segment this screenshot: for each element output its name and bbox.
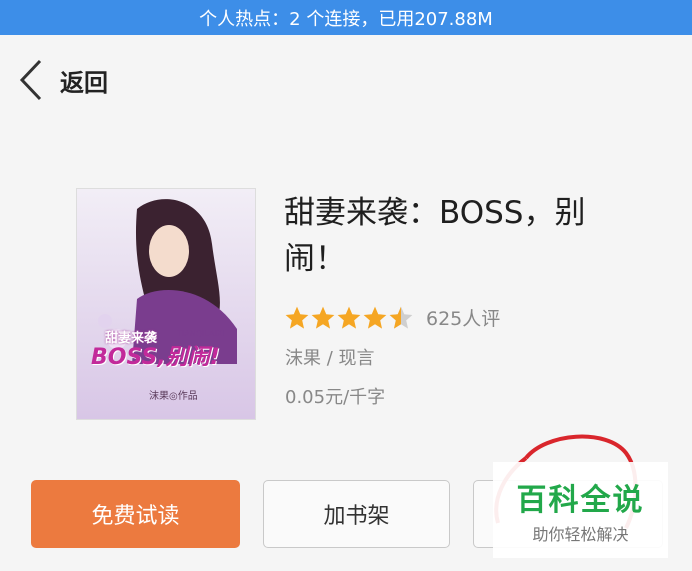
price-per-thousand: 0.05元/千字 bbox=[285, 387, 386, 408]
back-button[interactable]: 返回 bbox=[18, 59, 108, 101]
watermark-logo: 百科全说 助你轻松解决 bbox=[493, 462, 668, 558]
top-navigation: 返回 bbox=[0, 35, 692, 125]
back-label: 返回 bbox=[60, 68, 108, 97]
cover-author-note: 沫果◎作品 bbox=[149, 391, 198, 402]
book-cover[interactable]: 甜妻来袭 TIANQILAIXI BOSS,别闹! 沫果◎作品 bbox=[76, 188, 256, 420]
rating-count: 625人评 bbox=[426, 308, 501, 330]
free-read-button[interactable]: 免费试读 bbox=[31, 480, 240, 548]
cover-title-main: BOSS,别闹! bbox=[91, 345, 220, 370]
star-icon bbox=[363, 306, 387, 329]
hotspot-status-text: 个人热点：2 个连接，已用207.88M bbox=[199, 8, 493, 30]
book-title: 甜妻来袭：BOSS，别闹！ bbox=[284, 195, 586, 277]
add-to-shelf-button[interactable]: 加书架 bbox=[263, 480, 450, 548]
author-category[interactable]: 沫果 / 现言 bbox=[285, 344, 375, 370]
half-star-icon bbox=[389, 306, 413, 329]
watermark-title: 百科全说 bbox=[516, 483, 645, 518]
watermark-subtitle: 助你轻松解决 bbox=[532, 525, 629, 544]
hotspot-status-bar: 个人热点：2 个连接，已用207.88M bbox=[0, 0, 692, 35]
rating-stars bbox=[284, 305, 414, 331]
star-icon bbox=[285, 306, 309, 329]
chevron-left-icon bbox=[18, 59, 44, 101]
rating-row: 625人评 bbox=[284, 304, 500, 331]
cover-pinyin: TIANQILAIXI bbox=[177, 329, 225, 338]
star-icon bbox=[311, 306, 335, 329]
star-icon bbox=[337, 306, 361, 329]
